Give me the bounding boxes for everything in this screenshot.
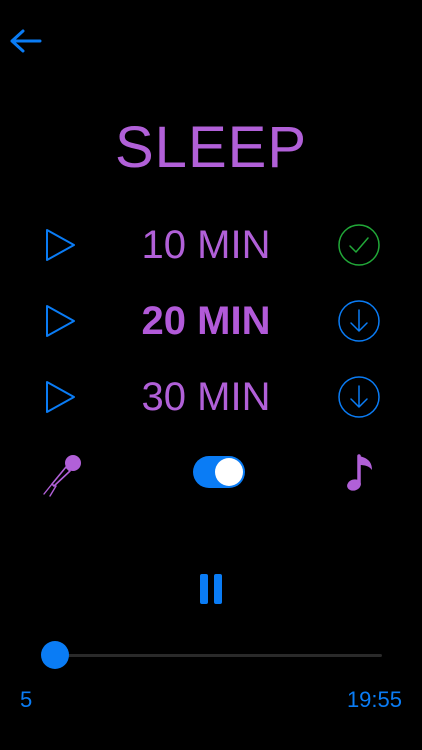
download-button[interactable] (336, 374, 382, 420)
toggle-knob (215, 458, 243, 486)
progress-thumb[interactable] (41, 641, 69, 669)
duration-label[interactable]: 10 MIN (100, 215, 312, 275)
back-button[interactable] (8, 26, 44, 56)
check-circle-icon (338, 224, 380, 266)
download-button[interactable] (336, 298, 382, 344)
play-button[interactable] (40, 301, 80, 341)
play-icon (46, 229, 75, 261)
elapsed-time: 5 (20, 687, 33, 712)
remaining-time: 19:55 (346, 687, 402, 712)
play-icon (46, 305, 75, 337)
microphone-icon (43, 455, 81, 497)
duration-row-10: 10 MIN (0, 215, 422, 275)
page-title: SLEEP (115, 115, 307, 180)
arrow-left-icon (10, 29, 42, 53)
download-circle-icon (338, 300, 380, 342)
music-note-icon (347, 454, 372, 491)
voice-button[interactable] (40, 450, 88, 498)
download-circle-icon (338, 376, 380, 418)
duration-row-30: 30 MIN (0, 367, 422, 427)
duration-label[interactable]: 30 MIN (100, 367, 312, 427)
pause-button[interactable] (196, 570, 226, 608)
progress-track[interactable] (55, 654, 382, 657)
downloaded-status-button[interactable] (336, 222, 382, 268)
play-icon (46, 381, 75, 413)
play-button[interactable] (40, 377, 80, 417)
duration-row-20: 20 MIN (0, 291, 422, 351)
duration-label-selected[interactable]: 20 MIN (100, 291, 312, 351)
play-button[interactable] (40, 225, 80, 265)
music-toggle[interactable] (193, 456, 245, 488)
music-button[interactable] (346, 450, 382, 496)
